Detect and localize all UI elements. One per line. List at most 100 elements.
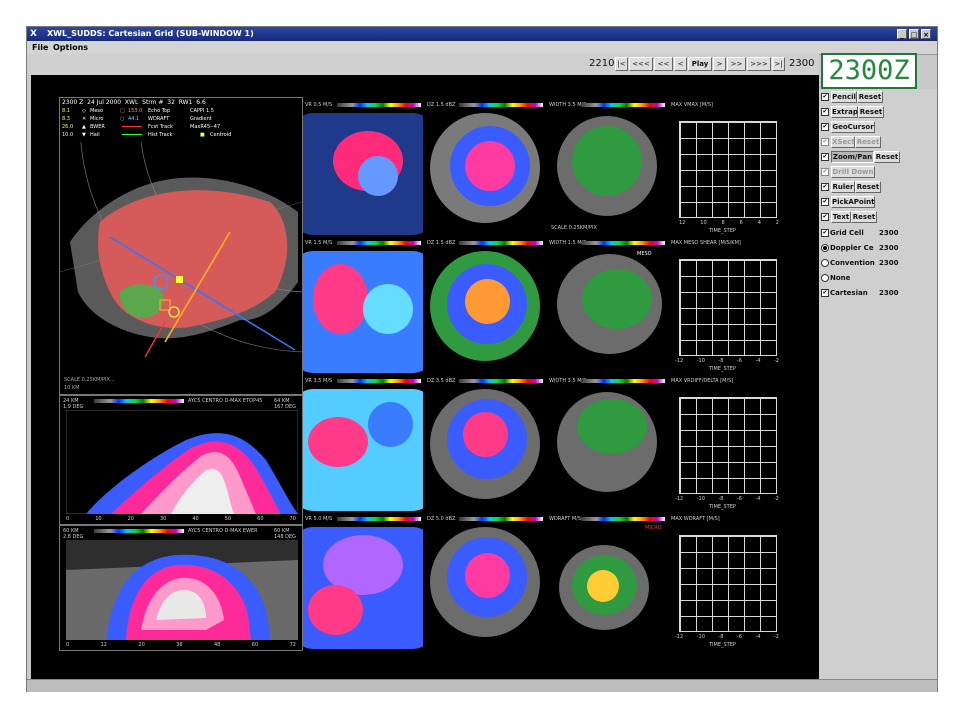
width-core bbox=[572, 126, 642, 196]
title-bar[interactable]: X XWL_SUDDS: Cartesian Grid (SUB-WINDOW … bbox=[27, 27, 937, 41]
row4-reflectivity-panel[interactable]: DZ 5.0 dBZ bbox=[425, 515, 545, 651]
tool-row-pencil: ✔ Pencil Reset bbox=[819, 91, 937, 103]
drill-down-button[interactable]: Drill Down bbox=[831, 166, 875, 178]
ruler-checkbox[interactable]: ✔ bbox=[821, 183, 829, 191]
cross-section-2[interactable]: 60 KM 2.8 DEG AYC5 CENTRO D-MAX EWER 60 … bbox=[59, 525, 303, 651]
forward-1-button[interactable]: > bbox=[713, 57, 726, 71]
last-frame-button[interactable]: >| bbox=[772, 57, 785, 71]
tool-sidebar: ✔ Pencil Reset ✔ Extrap Reset ✔ GeoCurso… bbox=[819, 89, 937, 679]
hail-value: 10.0 bbox=[62, 132, 74, 138]
extrap-button[interactable]: Extrap bbox=[831, 106, 858, 118]
text-checkbox[interactable]: ✔ bbox=[821, 213, 829, 221]
row4-wdraft-panel[interactable]: WDRAFT M/S MICRO bbox=[547, 515, 667, 651]
minimize-icon[interactable]: _ bbox=[897, 29, 907, 39]
play-button[interactable]: Play bbox=[688, 57, 712, 71]
layer-row-doppler[interactable]: Doppler Ce 2300 bbox=[819, 242, 937, 254]
row2-timeseries-panel[interactable]: MAX MESO SHEAR [M/S/KM] -12 -10 -8 -6 -4… bbox=[669, 239, 817, 375]
main-storm-label: Strm # bbox=[142, 99, 164, 106]
ruler-reset-button[interactable]: Reset bbox=[855, 181, 881, 193]
convention-radio[interactable] bbox=[821, 259, 829, 267]
row4-velocity-panel[interactable]: VR 5.0 M/S bbox=[303, 515, 423, 651]
close-icon[interactable]: × bbox=[921, 29, 931, 39]
row2-reflectivity-panel[interactable]: DZ 1.5 dBZ bbox=[425, 239, 545, 375]
forward-2-button[interactable]: >> bbox=[727, 57, 746, 71]
layer-row-convention[interactable]: Convention 2300 bbox=[819, 257, 937, 269]
hist-track-swatch bbox=[122, 134, 142, 135]
layer-row-grid-cell[interactable]: ✔ Grid Cell 2300 bbox=[819, 227, 937, 239]
xsect1-tick: 70 bbox=[289, 516, 296, 522]
row1-velocity-panel[interactable]: VR 0.5 M/S bbox=[303, 101, 423, 237]
xsect1-axis: 0 10 20 30 40 50 60 70 bbox=[66, 516, 296, 522]
cross-section-1[interactable]: 24 KM 1.9 DEG AYC5 CENTRO D-MAX ETOP45 6… bbox=[59, 395, 303, 525]
xsect-button[interactable]: XSect bbox=[831, 136, 855, 148]
row3-reflectivity-panel[interactable]: DZ 3.5 dBZ bbox=[425, 377, 545, 513]
main-plan-view[interactable]: 2300 Z 24 Jul 2000 XWL Strm # 32 RW1 6.6… bbox=[59, 97, 303, 395]
doppler-radio[interactable] bbox=[821, 244, 829, 252]
grid-cell-label: Grid Cell bbox=[830, 229, 864, 237]
row1-reflectivity-panel[interactable]: DZ 1.5 dBZ bbox=[425, 101, 545, 237]
geocursor-checkbox[interactable]: ✔ bbox=[821, 123, 829, 131]
grid-tick: 10 bbox=[700, 220, 707, 226]
grid-tick: -6 bbox=[736, 496, 742, 502]
grid-tick: -10 bbox=[696, 496, 705, 502]
xsect-reset-button[interactable]: Reset bbox=[855, 136, 881, 148]
tool-row-geocursor: ✔ GeoCursor bbox=[819, 121, 937, 133]
maximize-icon[interactable]: □ bbox=[909, 29, 919, 39]
menu-options[interactable]: Options bbox=[53, 41, 88, 54]
back-2-button[interactable]: << bbox=[654, 57, 673, 71]
none-radio[interactable] bbox=[821, 274, 829, 282]
row3-time-label: TIME_STEP bbox=[709, 504, 736, 510]
row4-timeseries-panel[interactable]: MAX WDRAFT [M/S] -12 -10 -8 -6 -4 -2 TIM… bbox=[669, 515, 817, 651]
cartesian-label: Cartesian bbox=[830, 289, 868, 297]
row4-reflectivity-colorbar bbox=[459, 517, 543, 521]
row3-reflectivity-label: DZ 3.5 dBZ bbox=[427, 378, 456, 384]
xsect-checkbox[interactable]: ✔ bbox=[821, 138, 829, 146]
xsect1-title: AYC5 CENTRO D-MAX ETOP45 bbox=[188, 398, 263, 404]
row3-width-panel[interactable]: WIDTH 3.5 M/S bbox=[547, 377, 667, 513]
extrap-checkbox[interactable]: ✔ bbox=[821, 108, 829, 116]
row4-time-label: TIME_STEP bbox=[709, 642, 736, 648]
grid-tick: 12 bbox=[679, 220, 686, 226]
text-button[interactable]: Text bbox=[831, 211, 851, 223]
xsect1-tick: 20 bbox=[127, 516, 134, 522]
row3-grid-axis: -12 -10 -8 -6 -4 -2 bbox=[675, 496, 779, 502]
layer-row-none[interactable]: None bbox=[819, 272, 937, 284]
grid-tick: -8 bbox=[718, 496, 724, 502]
back-1-button[interactable]: < bbox=[674, 57, 687, 71]
grid-tick: -12 bbox=[675, 634, 684, 640]
row1-width-panel[interactable]: WIDTH 3.5 M/S SCALE 0.25KM/PIX bbox=[547, 101, 667, 237]
layer-row-cartesian[interactable]: ✔ Cartesian 2300 bbox=[819, 287, 937, 299]
pencil-checkbox[interactable]: ✔ bbox=[821, 93, 829, 101]
ruler-button[interactable]: Ruler bbox=[831, 181, 855, 193]
main-date: 24 Jul 2000 bbox=[87, 99, 122, 106]
extrap-reset-button[interactable]: Reset bbox=[858, 106, 884, 118]
zoompan-reset-button[interactable]: Reset bbox=[874, 151, 900, 163]
row4-wdraft-label: WDRAFT M/S bbox=[549, 516, 582, 522]
geocursor-button[interactable]: GeoCursor bbox=[831, 121, 875, 133]
menu-file[interactable]: File bbox=[32, 41, 48, 54]
tool-row-ruler: ✔ Ruler Reset bbox=[819, 181, 937, 193]
forward-3-button[interactable]: >>> bbox=[747, 57, 771, 71]
pencil-button[interactable]: Pencil bbox=[831, 91, 857, 103]
grid-tick: -4 bbox=[755, 634, 761, 640]
text-reset-button[interactable]: Reset bbox=[851, 211, 877, 223]
cartesian-checkbox[interactable]: ✔ bbox=[821, 289, 829, 297]
drilldown-checkbox[interactable]: ✔ bbox=[821, 168, 829, 176]
row3-velocity-panel[interactable]: VR 3.5 M/S bbox=[303, 377, 423, 513]
row2-velocity-panel[interactable]: VR 1.5 M/S bbox=[303, 239, 423, 375]
zoompan-checkbox[interactable]: ✔ bbox=[821, 153, 829, 161]
xsect1-tick: 40 bbox=[192, 516, 199, 522]
xsect1-tick: 50 bbox=[224, 516, 232, 522]
pencil-reset-button[interactable]: Reset bbox=[857, 91, 883, 103]
pickapoint-checkbox[interactable]: ✔ bbox=[821, 198, 829, 206]
pickapoint-button[interactable]: PickAPoint bbox=[831, 196, 875, 208]
grid-tick: -12 bbox=[675, 496, 684, 502]
first-frame-button[interactable]: |< bbox=[615, 57, 628, 71]
row2-width-panel[interactable]: WIDTH 1.5 M/S MESO bbox=[547, 239, 667, 375]
zoom-pan-button[interactable]: Zoom/Pan bbox=[831, 151, 874, 163]
row1-timeseries-panel[interactable]: MAX VMAX [M/S] 12 10 8 6 4 2 TIME_STEP bbox=[669, 101, 817, 237]
back-3-button[interactable]: <<< bbox=[629, 57, 653, 71]
row3-timeseries-panel[interactable]: MAX VRDIFF/DELTA [M/S] -12 -10 -8 -6 -4 … bbox=[669, 377, 817, 513]
grid-cell-checkbox[interactable]: ✔ bbox=[821, 229, 829, 237]
horizontal-scrollbar[interactable] bbox=[27, 679, 937, 692]
